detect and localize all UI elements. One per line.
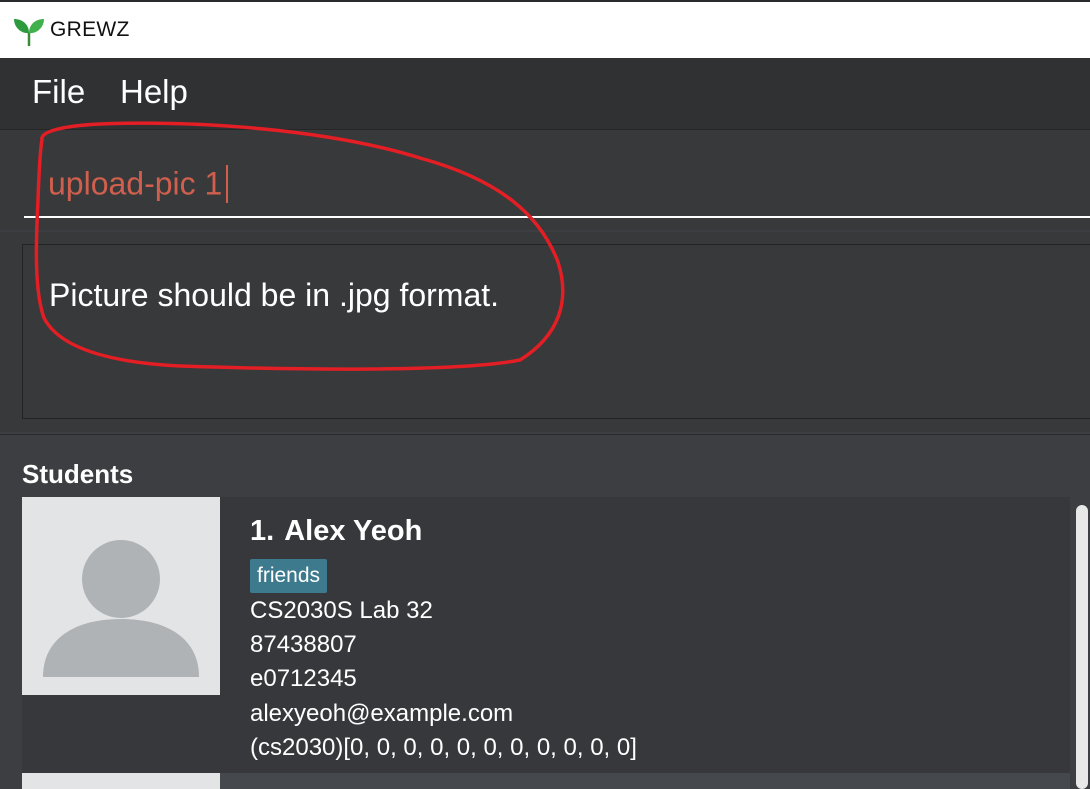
student-list-heading: Students [22,459,134,489]
sprout-icon [14,19,44,46]
command-text: upload-pic 1 [48,165,223,202]
student-phone: 87438807 [250,631,357,658]
student-grades: (cs2030)[0, 0, 0, 0, 0, 0, 0, 0, 0, 0, 0… [250,734,637,761]
result-box: Picture should be in .jpg format. [22,244,1090,419]
student-card[interactable]: 1. Alex Yeoh friends CS2030S Lab 32 87438… [22,497,1070,773]
result-message: Picture should be in .jpg format. [49,277,500,313]
title-bar: GREWZ [0,0,1090,58]
text-caret [226,164,229,203]
avatar-placeholder-icon [22,497,220,695]
student-lab: CS2030S Lab 32 [250,597,433,624]
menu-file[interactable]: File [32,73,85,111]
student-list-panel: Students 1. Alex Yeoh friends CS2030S Lab… [0,434,1090,789]
student-name-row: 1. Alex Yeoh [250,515,422,548]
list-scrollbar[interactable] [1076,505,1088,789]
result-display: Picture should be in .jpg format. [0,232,1090,432]
student-email: alexyeoh@example.com [250,700,514,727]
app-title: GREWZ [50,18,130,41]
menu-help[interactable]: Help [120,73,188,111]
menu-bar: File Help [0,58,1090,130]
command-box: upload-pic 1 [0,130,1090,230]
tag-badge: friends [250,559,328,593]
avatar-placeholder-icon [22,773,220,789]
command-input[interactable]: upload-pic 1 [24,150,1090,218]
student-id: e0712345 [250,665,357,692]
student-name: Alex Yeoh [284,515,423,547]
student-card-next[interactable] [22,773,1070,789]
student-index: 1. [250,515,275,547]
